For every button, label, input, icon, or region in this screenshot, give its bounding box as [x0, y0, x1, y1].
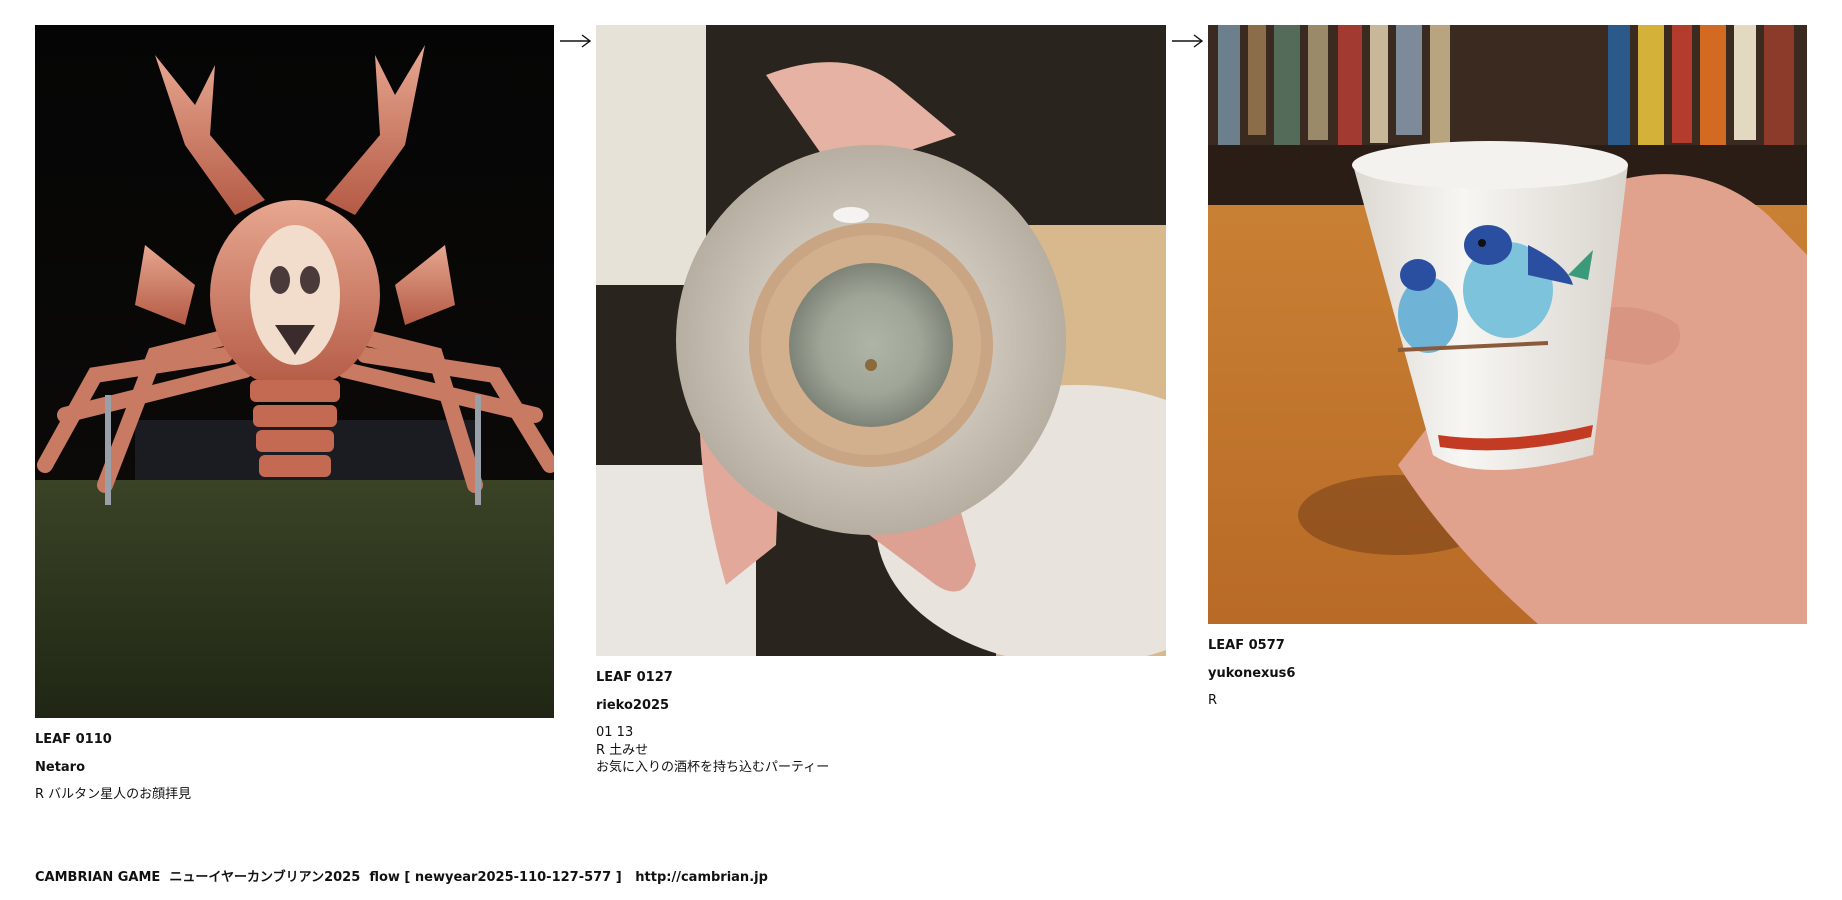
lobster-statue-image — [35, 25, 554, 718]
leaf-card-0127: LEAF 0127 rieko2025 01 13 R 土みせ お気に入りの酒杯… — [596, 25, 1166, 776]
sake-cup-image — [1208, 25, 1807, 624]
leaf-comment: R — [1208, 693, 1218, 709]
leaf-author[interactable]: yukonexus6 — [1208, 666, 1807, 682]
footer-flow: flow [ newyear2025-110-127-577 ] — [369, 870, 622, 885]
leaf-meta: LEAF 0110 Netaro R バルタン星人のお顔拝見 — [35, 732, 554, 803]
leaf-id[interactable]: LEAF 0110 — [35, 732, 554, 748]
footer-game-link[interactable]: CAMBRIAN GAME — [35, 870, 160, 885]
leaf-comment: R 土みせ — [596, 742, 649, 758]
leaf-photo-ceramic-cup[interactable] — [596, 25, 1166, 656]
arrow-right-icon — [1172, 34, 1204, 48]
footer: CAMBRIAN GAME ニューイヤーカンブリアン2025 flow [ ne… — [35, 866, 768, 885]
leaf-meta: LEAF 0127 rieko2025 01 13 R 土みせ お気に入りの酒杯… — [596, 670, 1166, 776]
footer-url-link[interactable]: http://cambrian.jp — [635, 870, 768, 885]
leaf-id[interactable]: LEAF 0127 — [596, 670, 1166, 686]
leaf-meta: LEAF 0577 yukonexus6 R — [1208, 638, 1807, 709]
arrow-right-icon — [560, 34, 592, 48]
leaf-comment: R バルタン星人のお顔拝見 — [35, 787, 192, 803]
leaf-id[interactable]: LEAF 0577 — [1208, 638, 1807, 654]
leaf-note: お気に入りの酒杯を持ち込むパーティー — [596, 760, 830, 776]
leaf-photo-lobster[interactable] — [35, 25, 554, 718]
leaf-date: 01 13 — [596, 725, 634, 741]
ceramic-cup-image — [596, 25, 1166, 656]
leaf-card-0110: LEAF 0110 Netaro R バルタン星人のお顔拝見 — [35, 25, 554, 803]
leaf-photo-sake-cup[interactable] — [1208, 25, 1807, 624]
footer-event-link[interactable]: ニューイヤーカンブリアン2025 — [169, 870, 360, 885]
leaf-author[interactable]: Netaro — [35, 760, 554, 776]
leaf-author[interactable]: rieko2025 — [596, 698, 1166, 714]
leaf-card-0577: LEAF 0577 yukonexus6 R — [1208, 25, 1807, 709]
